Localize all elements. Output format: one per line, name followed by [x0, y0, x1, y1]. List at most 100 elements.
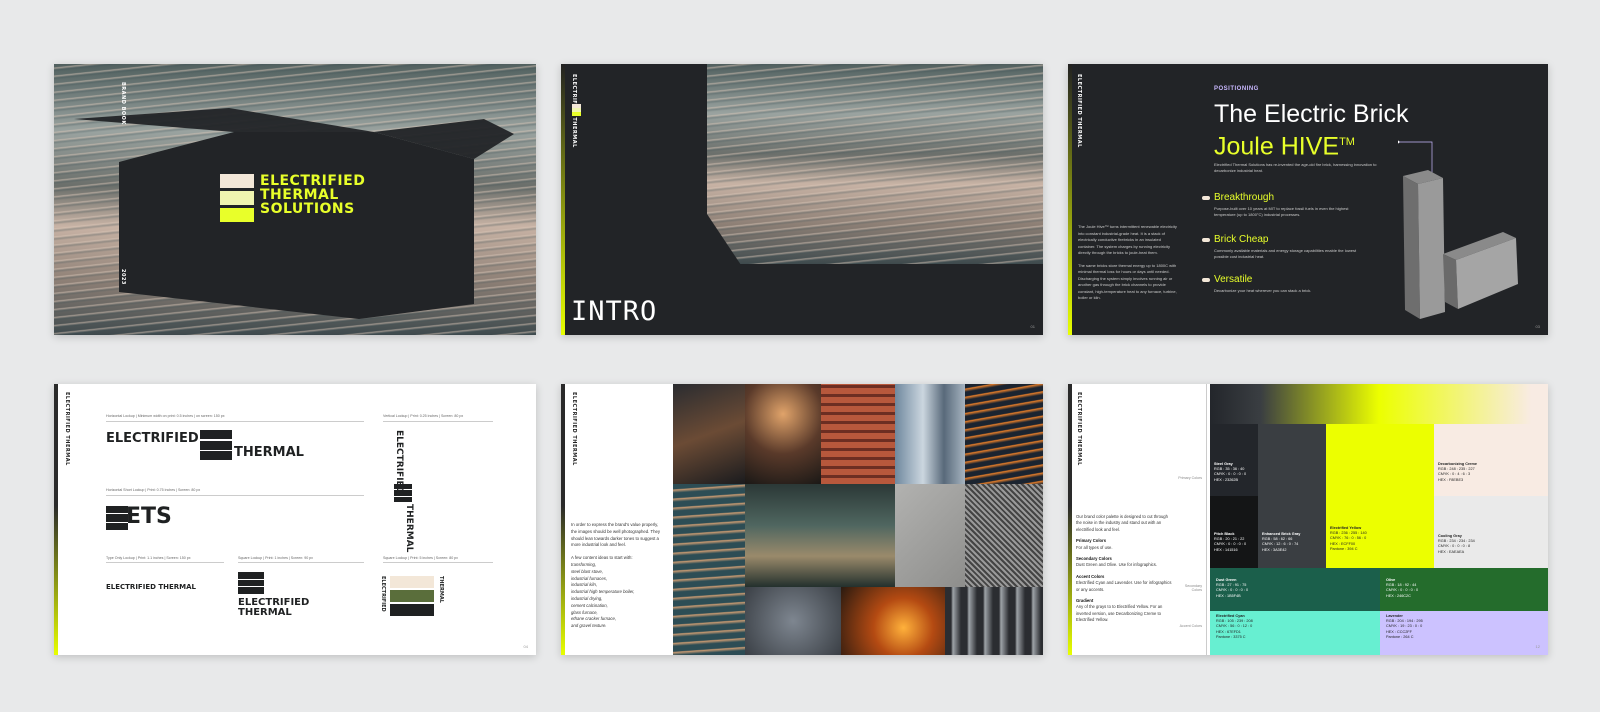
- logo-mark-large: [390, 576, 434, 616]
- swatch-pitch-black: Pitch Black RGB : 20 : 21 : 22 CMYK : 0 :…: [1210, 496, 1258, 568]
- idea-item: steel blast stove,: [571, 568, 604, 574]
- swatch-steel-gray: Steel Gray RGB : 35 : 36 : 40 CMYK : 0 : …: [1210, 424, 1258, 496]
- divider: [1206, 384, 1207, 655]
- caption-square: Square Lockup | Print: 1 inches | Screen…: [238, 556, 313, 560]
- divider: [238, 562, 364, 563]
- photo-molten-metal: [841, 587, 945, 655]
- palette-copy: Our brand color palette is designed to c…: [1076, 514, 1174, 629]
- square-lockup-vertical-right: THERMAL: [438, 576, 444, 603]
- photo-factory: [745, 484, 895, 587]
- headline: The Electric Brick: [1214, 100, 1409, 128]
- square-lockup-vertical-left: ELECTRIFIED: [380, 576, 386, 612]
- slide-logo-lockups[interactable]: ELECTRIFIED THERMAL Horizontal Lockup | …: [54, 384, 536, 655]
- bullet-desc: Commonly available materials and energy …: [1214, 248, 1357, 259]
- idea-item: transforming,: [571, 561, 597, 567]
- logo-line-2: THERMAL: [260, 187, 339, 203]
- page-number: 03: [1535, 324, 1540, 329]
- body-paragraph: The Joule Hive™ turns intermittent renew…: [1078, 224, 1177, 255]
- slide-intro[interactable]: ELECTRIFIED THERMAL INTRO 01: [561, 64, 1043, 335]
- imagery-copy: In order to express the brand's value pr…: [571, 522, 663, 630]
- swatch-dust-green: Dust Green RGB : 27 : 91 : 75 CMYK : 0 : …: [1210, 568, 1380, 611]
- short-lockup-letters: ETS: [126, 504, 172, 529]
- vertical-label: ELECTRIFIED THERMAL: [571, 392, 577, 466]
- caption-type-only: Type Only Lockup | Print: 1.1 inches | S…: [106, 556, 191, 560]
- caption-horizontal-short: Horizontal Short Lockup | Print: 0.75 in…: [106, 488, 201, 492]
- accent-bar: [561, 64, 565, 335]
- horizontal-lockup-right: THERMAL: [234, 445, 304, 460]
- slide-color-palette[interactable]: ELECTRIFIED THERMAL Our brand color pale…: [1068, 384, 1548, 655]
- brick-illustration: [1398, 140, 1518, 319]
- bullet-desc: Purpose-built over 10 years at MIT to re…: [1214, 206, 1349, 217]
- logo-mark-dark: [394, 484, 412, 502]
- bullet-pill: [1202, 278, 1210, 282]
- body-paragraph: The same bricks store thermal energy up …: [1078, 262, 1177, 301]
- logo-line-3: SOLUTIONS: [260, 201, 355, 217]
- bullet-title: Versatile: [1214, 274, 1253, 285]
- accent-bar: [1068, 384, 1072, 655]
- logo-wordmark: ELECTRIFIED THERMAL SOLUTIONS: [260, 174, 365, 216]
- caption-square-2: Square Lockup | Print: 5 inches | Screen…: [383, 556, 458, 560]
- slide-cover[interactable]: BRAND BOOK 2023 ELECTRIFIED THERMAL SOLU…: [54, 64, 536, 335]
- idea-item: ethane cracker furnace,: [571, 616, 617, 622]
- divider: [106, 495, 364, 496]
- photo-tanks: [945, 587, 1043, 655]
- label-accent: Accent Colors: [1179, 624, 1202, 628]
- palette-intro: Our brand color palette is designed to c…: [1076, 514, 1168, 532]
- slide-imagery[interactable]: ELECTRIFIED THERMAL In order to express …: [561, 384, 1043, 655]
- photo-concrete: [895, 484, 965, 587]
- section-title: INTRO: [571, 296, 658, 327]
- bullet-title: Brick Cheap: [1214, 234, 1269, 245]
- idea-item: glass furnace,: [571, 609, 598, 615]
- page-number: 01: [1030, 324, 1035, 329]
- logo-line-1: ELECTRIFIED: [260, 173, 366, 189]
- photo-containers: [821, 384, 895, 484]
- subheadline: Joule HIVETM: [1214, 132, 1355, 161]
- photo-fire-water: [965, 384, 1043, 484]
- swatch-electrified-cyan: Electrified Cyan RGB : 105 : 239 : 208 CM…: [1210, 611, 1380, 655]
- idea-item: and gravel texture.: [571, 623, 607, 629]
- photo-water-blur: [673, 484, 745, 655]
- bullet-pill: [1202, 238, 1210, 242]
- logo-mark-small: [572, 104, 581, 116]
- bullet-desc: Decarbonize your heat wherever you can s…: [1214, 288, 1312, 293]
- divider: [383, 562, 493, 563]
- label-secondary: Secondary Colors: [1184, 584, 1202, 592]
- imagery-paragraph: In order to express the brand's value pr…: [571, 522, 661, 548]
- kicker-label: POSITIONING: [1214, 86, 1259, 92]
- vertical-label-bottom: 2023: [120, 269, 126, 285]
- intro-text: Electrified Thermal Solutions has re-inv…: [1214, 162, 1377, 173]
- logo-mark: [220, 174, 254, 222]
- divider: [383, 421, 493, 422]
- accent-bar: [561, 384, 565, 655]
- divider: [106, 562, 224, 563]
- photo-furnace: [673, 384, 745, 484]
- group-desc: Any of the grays to to Electrified Yello…: [1076, 604, 1163, 623]
- idea-item: industrial drying,: [571, 595, 603, 601]
- bullet-pill: [1202, 196, 1210, 200]
- accent-bar: [1068, 64, 1072, 335]
- idea-item: industrial high temperature boiler,: [571, 589, 635, 595]
- accent-bar: [54, 384, 58, 655]
- label-primary: Primary Colors: [1178, 476, 1202, 480]
- vertical-label-top: BRAND BOOK: [120, 82, 126, 125]
- horizontal-lockup-left: ELECTRIFIED: [106, 431, 199, 446]
- logo-mark-dark: [238, 572, 264, 594]
- idea-item: industrial furnaces,: [571, 575, 608, 581]
- vertical-lockup-bottom: THERMAL: [404, 504, 414, 553]
- body-copy: The Joule Hive™ turns intermittent renew…: [1078, 224, 1178, 308]
- swatch-enhanced-brick-gray: Enhanced Brick Gray RGB : 58 : 62 : 66 CM…: [1258, 424, 1326, 568]
- swatch-decarbonizing-creme: Decarbonizing Creme RGB : 248 : 235 : 22…: [1434, 424, 1548, 496]
- photo-silos: [895, 384, 965, 484]
- logo-mark-dark: [106, 506, 128, 530]
- swatch-olive: Olive RGB : 18 : 92 : 44 CMYK : 0 : 0 : 0…: [1380, 568, 1548, 611]
- square-lockup-text: ELECTRIFIED THERMAL: [238, 597, 310, 618]
- group-desc: For all types of use.: [1076, 544, 1113, 550]
- group-desc: Dust Green and Olive. Use for infographi…: [1076, 562, 1157, 568]
- photo-industrial-light: [745, 384, 821, 484]
- slide-positioning[interactable]: ELECTRIFIED THERMAL POSITIONING The Elec…: [1068, 64, 1548, 335]
- swatch-lavender: Lavender RGB : 204 : 194 : 295 CMYK : 19 …: [1380, 611, 1548, 655]
- idea-item: cement calcination,: [571, 602, 608, 608]
- swatch-electrified-yellow: Electrified Yellow RGB : 236 : 255 : 140…: [1326, 424, 1434, 568]
- type-only-lockup: ELECTRIFIED THERMAL: [106, 583, 196, 591]
- vertical-label: ELECTRIFIED THERMAL: [1076, 74, 1082, 148]
